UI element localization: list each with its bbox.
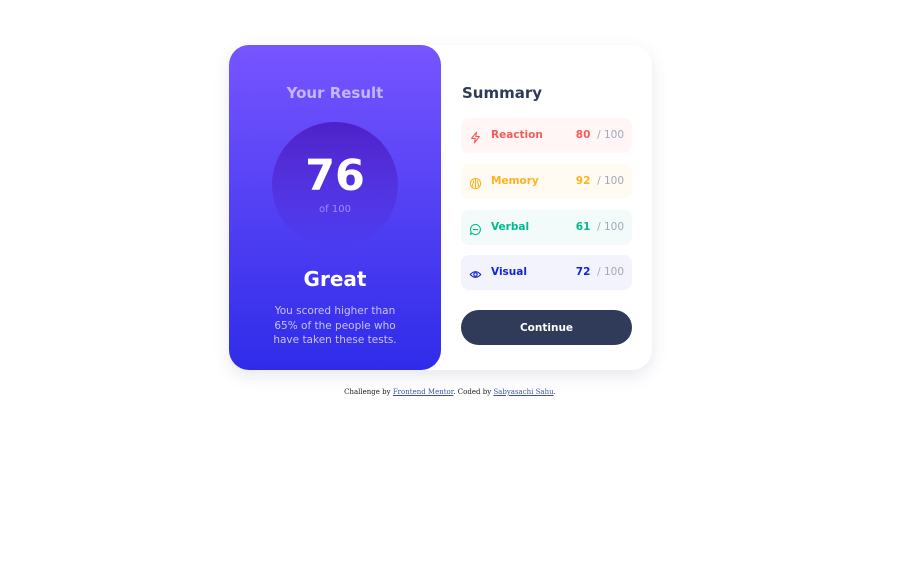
summary-row-score: 80 / 100 (576, 129, 624, 141)
summary-row-memory: Memory 92 / 100 (461, 164, 632, 199)
attribution-prefix: Challenge by (344, 388, 393, 396)
chat-bubble-icon (469, 221, 482, 236)
continue-button[interactable]: Continue (461, 310, 632, 345)
summary-row-max: / 100 (597, 129, 624, 141)
summary-row-value: 61 (575, 221, 591, 233)
attribution-middle: . Coded by (453, 388, 494, 396)
results-card: Your Result 76 of 100 Great You scored h… (229, 45, 652, 370)
summary-row-label: Visual (491, 266, 527, 278)
summary-row-score: 72 / 100 (576, 266, 624, 278)
result-rating: Great (303, 267, 367, 291)
summary-row-score: 61 / 100 (576, 221, 624, 233)
summary-row-reaction: Reaction 80 / 100 (461, 118, 632, 153)
summary-row-value: 80 (575, 129, 591, 141)
author-link[interactable]: Sabyasachi Sahu (493, 388, 553, 396)
summary-row-score: 92 / 100 (576, 175, 624, 187)
score-of-label: of 100 (319, 204, 351, 215)
summary-row-verbal: Verbal 61 / 100 (461, 210, 632, 245)
score-value: 76 (305, 151, 365, 201)
eye-icon (469, 266, 482, 279)
frontend-mentor-link[interactable]: Frontend Mentor (393, 388, 454, 396)
summary-row-label: Reaction (491, 129, 543, 141)
summary-title: Summary (462, 84, 543, 102)
result-panel: Your Result 76 of 100 Great You scored h… (229, 45, 441, 370)
result-heading: Your Result (286, 84, 384, 102)
summary-row-value: 72 (575, 266, 591, 278)
attribution-suffix: . (553, 388, 556, 396)
attribution: Challenge by Frontend Mentor. Coded by S… (0, 388, 900, 396)
summary-row-max: / 100 (597, 221, 624, 233)
score-circle: 76 of 100 (272, 122, 398, 248)
summary-row-label: Verbal (491, 221, 530, 233)
result-description: You scored higher than 65% of the people… (273, 305, 397, 346)
summary-row-value: 92 (575, 175, 591, 187)
lightning-icon (469, 129, 482, 144)
summary-row-visual: Visual 72 / 100 (461, 255, 632, 290)
summary-row-max: / 100 (597, 175, 624, 187)
summary-row-max: / 100 (597, 266, 624, 278)
brain-icon (469, 175, 482, 190)
summary-row-label: Memory (491, 175, 539, 187)
